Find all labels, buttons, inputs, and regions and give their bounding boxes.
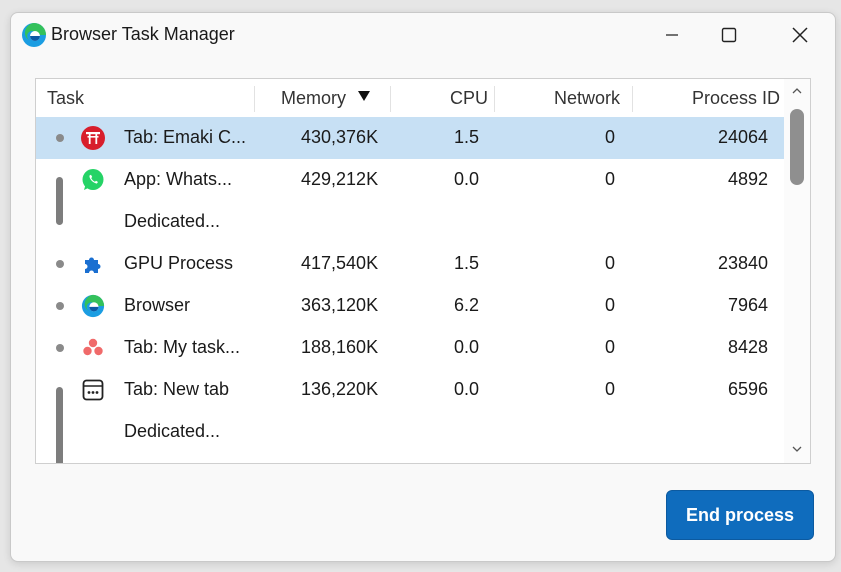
column-divider[interactable]: [390, 86, 391, 112]
column-header-memory[interactable]: Memory: [281, 88, 346, 109]
network-value: 0: [605, 337, 616, 357]
table-row[interactable]: Tab: Emaki C... 430,376K 1.5 0 24064: [36, 117, 784, 159]
task-name: Dedicated...: [124, 211, 221, 231]
row-bullet: [56, 302, 64, 310]
task-name: Tab: New tab: [124, 379, 230, 399]
new-tab-page-icon: [82, 379, 104, 401]
maximize-icon: [721, 27, 737, 43]
close-icon: [792, 27, 808, 43]
maximize-button[interactable]: [714, 21, 744, 49]
row-bullet: [56, 260, 64, 268]
network-value: 0: [605, 379, 616, 399]
table-row[interactable]: Tab: New tab 136,220K 0.0 0 6596: [36, 369, 784, 411]
task-name: Browser: [124, 295, 191, 315]
minimize-button[interactable]: [657, 21, 687, 49]
torii-gate-icon: [81, 126, 105, 150]
row-bullet: [56, 134, 64, 142]
title-bar[interactable]: Browser Task Manager: [11, 13, 835, 57]
edge-logo-icon: [81, 294, 105, 318]
memory-value: 430,376K: [301, 127, 379, 147]
process-id-value: 8428: [728, 337, 769, 357]
minimize-icon: [666, 34, 678, 36]
cpu-value: 1.5: [454, 253, 480, 273]
process-id-value: 7964: [728, 295, 769, 315]
task-name: Dedicated...: [124, 421, 221, 441]
column-divider[interactable]: [254, 86, 255, 112]
table-header: Task Memory CPU Network Process ID: [36, 79, 784, 117]
puzzle-piece-icon: [85, 257, 101, 273]
close-button[interactable]: [785, 21, 815, 49]
network-value: 0: [605, 169, 616, 189]
cpu-value: 6.2: [454, 295, 480, 315]
table-row[interactable]: App: Whats... 429,212K 0.0 0 4892: [36, 159, 784, 201]
task-name: App: Whats...: [124, 169, 233, 189]
column-header-process-id[interactable]: Process ID: [692, 88, 780, 109]
memory-value: 429,212K: [301, 169, 379, 189]
window-title: Browser Task Manager: [51, 24, 235, 44]
process-id-value: 4892: [728, 169, 769, 189]
task-name: GPU Process: [124, 253, 234, 273]
sort-descending-icon: [358, 91, 370, 101]
cpu-value: 0.0: [454, 169, 480, 189]
task-name: Tab: My task...: [124, 337, 241, 357]
memory-value: 417,540K: [301, 253, 379, 273]
scroll-up-arrow-icon[interactable]: [792, 87, 802, 95]
task-name: Tab: Emaki C...: [124, 127, 247, 147]
memory-value: 363,120K: [301, 295, 379, 315]
memory-value: 136,220K: [301, 379, 379, 399]
cpu-value: 1.5: [454, 127, 480, 147]
network-value: 0: [605, 295, 616, 315]
column-header-network[interactable]: Network: [554, 88, 620, 109]
column-header-task[interactable]: Task: [47, 88, 84, 109]
process-id-value: 6596: [728, 379, 769, 399]
whatsapp-icon: [82, 169, 104, 190]
cpu-value: 0.0: [454, 337, 480, 357]
task-table: Task Memory CPU Network Process ID Tab: …: [35, 78, 811, 464]
task-manager-window: Browser Task Manager Task Memory CPU Net…: [10, 12, 836, 562]
table-row[interactable]: Browser 363,120K 6.2 0 7964: [36, 285, 784, 327]
network-value: 0: [605, 127, 616, 147]
table-row[interactable]: GPU Process 417,540K 1.5 0 23840: [36, 243, 784, 285]
scrollbar-thumb[interactable]: [790, 109, 804, 185]
process-id-value: 23840: [718, 253, 769, 273]
process-id-value: 24064: [718, 127, 769, 147]
vertical-scrollbar[interactable]: [784, 79, 810, 463]
network-value: 0: [605, 253, 616, 273]
table-row[interactable]: Dedicated...: [36, 411, 784, 453]
end-process-button[interactable]: End process: [666, 490, 814, 540]
edge-logo-icon: [22, 23, 46, 47]
table-row[interactable]: Dedicated...: [36, 201, 784, 243]
cpu-value: 0.0: [454, 379, 480, 399]
table-row[interactable]: Tab: My task... 188,160K 0.0 0 8428: [36, 327, 784, 369]
column-header-cpu[interactable]: CPU: [450, 88, 488, 109]
column-divider[interactable]: [494, 86, 495, 112]
row-bullet: [56, 344, 64, 352]
memory-value: 188,160K: [301, 337, 379, 357]
three-dots-cluster-icon: [83, 338, 103, 356]
task-list: Tab: Emaki C... 430,376K 1.5 0 24064 App…: [36, 117, 784, 463]
column-divider[interactable]: [632, 86, 633, 112]
scroll-down-arrow-icon[interactable]: [792, 445, 802, 453]
